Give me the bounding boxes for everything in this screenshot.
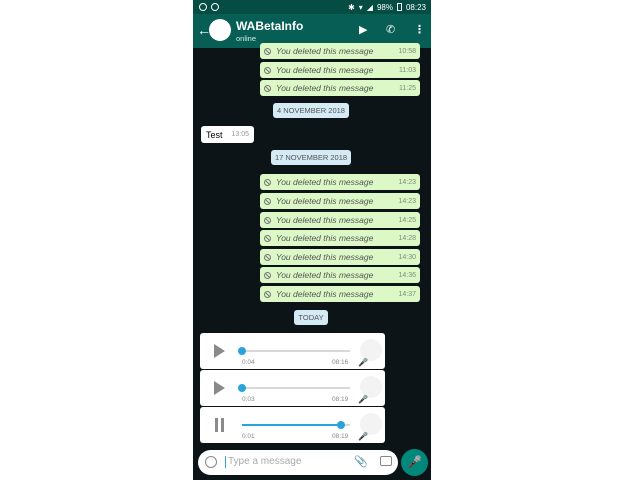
message-text: You deleted this message xyxy=(276,83,374,93)
voice-message[interactable]: 0:03 08:19 🎤 xyxy=(200,370,385,406)
camera-icon[interactable] xyxy=(380,456,392,466)
voice-message[interactable]: 0:01 08:19 🎤 xyxy=(200,407,385,443)
bluetooth-icon: ✱ xyxy=(348,2,355,12)
blocked-icon xyxy=(264,290,271,298)
message-bubble[interactable]: You deleted this message 11:25 xyxy=(260,80,420,96)
blocked-icon xyxy=(264,253,271,261)
audio-seekbar[interactable] xyxy=(238,347,350,355)
contact-name[interactable]: WABetaInfo xyxy=(236,19,303,33)
status-bar: ✱ ▾ ◢ 98% 08:23 xyxy=(193,0,431,14)
message-time: 14:28 xyxy=(398,234,416,242)
seek-knob[interactable] xyxy=(238,347,246,355)
clock: 08:23 xyxy=(405,2,426,12)
attach-icon[interactable]: 📎 xyxy=(354,455,368,468)
message-time: 14:36 xyxy=(398,271,416,279)
date-separator: TODAY xyxy=(294,310,328,325)
whatsapp-notification-icon xyxy=(199,3,207,11)
audio-seekbar[interactable] xyxy=(238,384,350,392)
incoming-message[interactable]: Test 13:05 xyxy=(201,126,254,143)
blocked-icon xyxy=(264,47,271,55)
message-time: 10:58 xyxy=(398,47,416,55)
mic-icon: 🎤 xyxy=(358,358,368,367)
message-composer[interactable]: Type a message 📎 xyxy=(198,450,398,475)
blocked-icon xyxy=(264,216,271,224)
message-bubble[interactable]: You deleted this message 11:03 xyxy=(260,62,420,78)
message-bubble[interactable]: You deleted this message 14:36 xyxy=(260,267,420,283)
message-text: You deleted this message xyxy=(276,177,374,187)
message-time: 11:03 xyxy=(399,66,416,74)
wb-notification-icon xyxy=(211,3,219,11)
battery-level: 98% xyxy=(376,2,393,12)
contact-status: online xyxy=(236,34,257,43)
message-bubble[interactable]: You deleted this message 14:23 xyxy=(260,174,420,190)
blocked-icon xyxy=(264,234,271,242)
voice-message[interactable]: 0:04 08:16 🎤 xyxy=(200,333,385,369)
message-bubble[interactable]: You deleted this message 14:23 xyxy=(260,193,420,209)
phone-screen: ✱ ▾ ◢ 98% 08:23 ← WABetaInfo online ▶ ✆ … xyxy=(193,0,431,480)
audio-seekbar[interactable] xyxy=(242,421,350,429)
phone-call-icon[interactable]: ✆ xyxy=(386,23,395,36)
seek-knob[interactable] xyxy=(238,384,246,392)
message-time: 13:05 xyxy=(231,131,249,138)
message-text: You deleted this message xyxy=(276,65,374,75)
mic-record-button[interactable]: 🎤 xyxy=(401,449,428,476)
audio-duration: 0:01 xyxy=(242,433,255,440)
date-separator: 4 NOVEMBER 2018 xyxy=(273,103,349,118)
message-text: You deleted this message xyxy=(276,289,374,299)
blocked-icon xyxy=(264,84,271,92)
signal-icon: ◢ xyxy=(366,2,373,12)
message-bubble[interactable]: You deleted this message 14:30 xyxy=(260,249,420,265)
pause-icon[interactable] xyxy=(214,418,225,432)
audio-duration: 0:04 xyxy=(242,359,255,366)
mic-icon: 🎤 xyxy=(358,395,368,404)
message-time: 11:25 xyxy=(399,84,416,92)
message-time: 08:19 xyxy=(332,433,349,440)
mic-icon: 🎤 xyxy=(358,432,368,441)
blocked-icon xyxy=(264,66,271,74)
audio-duration: 0:03 xyxy=(242,396,255,403)
wifi-icon: ▾ xyxy=(358,2,363,12)
blocked-icon xyxy=(264,271,271,279)
play-icon[interactable] xyxy=(214,381,225,395)
seek-knob[interactable] xyxy=(337,421,346,429)
message-bubble[interactable]: You deleted this message 14:25 xyxy=(260,212,420,228)
battery-icon xyxy=(396,3,402,11)
message-text: You deleted this message xyxy=(276,46,374,56)
message-time: 14:23 xyxy=(398,178,416,186)
emoji-icon[interactable] xyxy=(205,456,217,468)
message-text: You deleted this message xyxy=(276,270,374,280)
message-text: You deleted this message xyxy=(276,252,374,262)
message-time: 14:23 xyxy=(398,197,416,205)
message-bubble[interactable]: You deleted this message 14:37 xyxy=(260,286,420,302)
audio-progress-fill xyxy=(242,424,342,426)
message-text: Test xyxy=(206,129,223,140)
message-text: You deleted this message xyxy=(276,196,374,206)
message-time: 14:30 xyxy=(398,253,416,261)
message-text: You deleted this message xyxy=(276,215,374,225)
message-time: 14:37 xyxy=(398,290,416,298)
message-input[interactable]: Type a message xyxy=(225,456,301,468)
message-time: 08:19 xyxy=(332,396,349,403)
play-icon[interactable] xyxy=(214,344,225,358)
blocked-icon xyxy=(264,197,271,205)
message-bubble[interactable]: You deleted this message 10:58 xyxy=(260,43,420,59)
date-separator: 17 NOVEMBER 2018 xyxy=(271,150,351,165)
message-time: 08:16 xyxy=(332,359,349,366)
message-bubble[interactable]: You deleted this message 14:28 xyxy=(260,230,420,246)
more-vert-icon[interactable]: ⋮ xyxy=(414,23,425,36)
video-call-icon[interactable]: ▶ xyxy=(359,23,367,36)
chat-area[interactable]: You deleted this message 10:58 You delet… xyxy=(193,43,431,446)
blocked-icon xyxy=(264,178,271,186)
message-time: 14:25 xyxy=(398,216,416,224)
message-text: You deleted this message xyxy=(276,233,374,243)
contact-avatar[interactable] xyxy=(209,19,231,41)
